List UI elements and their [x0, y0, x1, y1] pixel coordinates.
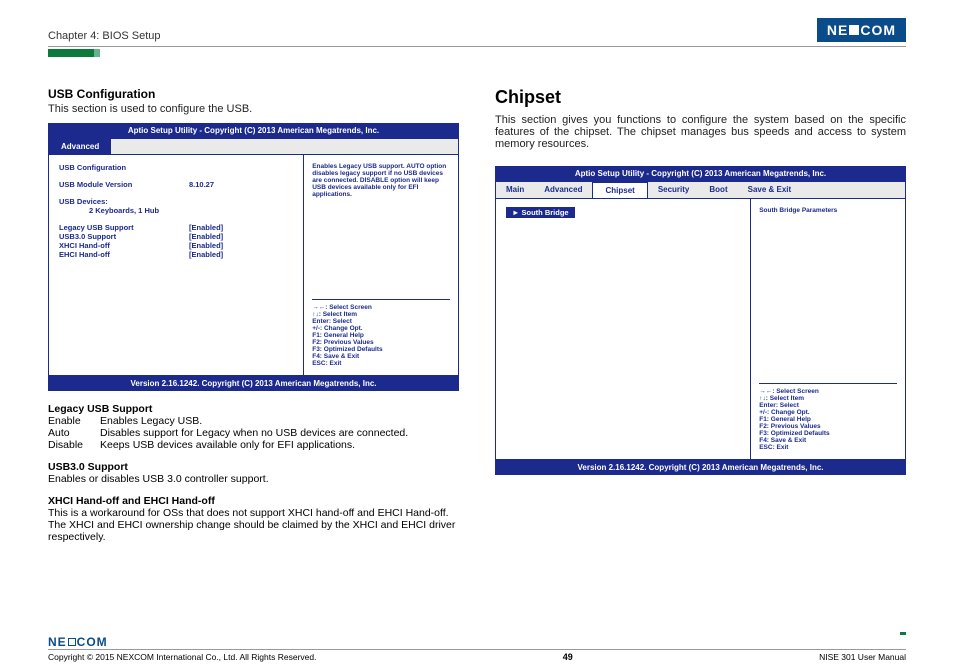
page-header: Chapter 4: BIOS Setup NE COM — [48, 18, 906, 42]
bios-nav-keys: →←: Select Screen ↑↓: Select Item Enter:… — [312, 299, 450, 367]
usb-module-label: USB Module Version — [59, 180, 189, 189]
logo-squares-icon — [849, 25, 859, 35]
left-column: USB Configuration This section is used t… — [48, 87, 459, 543]
page-footer: NE COM Copyright © 2015 NEXCOM Internatio… — [48, 635, 906, 662]
copyright-text: Copyright © 2015 NEXCOM International Co… — [48, 652, 316, 662]
opt-val: Disables support for Legacy when no USB … — [100, 427, 408, 439]
usb30-title: USB3.0 Support — [48, 461, 459, 473]
footer-logo-right: COM — [77, 635, 108, 649]
bios-content-right: South Bridge Parameters →←: Select Scree… — [750, 199, 905, 459]
bios-tab-chipset: Chipset — [592, 182, 647, 198]
bios-tab-boot: Boot — [699, 182, 737, 198]
bios-tab-main: Main — [496, 182, 534, 198]
brand-logo: NE COM — [817, 18, 906, 42]
usb-devices-value: 2 Keyboards, 1 Hub — [59, 206, 293, 215]
usb-module-value: 8.10.27 — [189, 180, 214, 189]
usb30-desc: Enables or disables USB 3.0 controller s… — [48, 473, 459, 485]
bios-tab-advanced: Advanced — [534, 182, 592, 198]
opt-val: Enables Legacy USB. — [100, 415, 202, 427]
opt-val: Keeps USB devices available only for EFI… — [100, 439, 355, 451]
header-divider — [48, 46, 906, 47]
chipset-intro: This section gives you functions to conf… — [495, 114, 906, 150]
logo-squares-icon — [68, 638, 76, 646]
logo-text-right: COM — [860, 22, 896, 38]
descriptions: Legacy USB Support EnableEnables Legacy … — [48, 403, 459, 543]
usb-config-intro: This section is used to configure the US… — [48, 103, 459, 115]
opt-key: Auto — [48, 427, 100, 439]
usb-config-title: USB Configuration — [48, 87, 459, 101]
bios-opt-label: Legacy USB Support — [59, 223, 189, 232]
bios-tab-save: Save & Exit — [738, 182, 802, 198]
xhci-title: XHCI Hand-off and EHCI Hand-off — [48, 495, 459, 507]
opt-key: Enable — [48, 415, 100, 427]
bios-menu-usb: Advanced — [49, 139, 458, 155]
south-bridge-item: ► South Bridge — [506, 207, 575, 218]
bios-hint: Enables Legacy USB support. AUTO option … — [312, 163, 450, 198]
bios-content-right: Enables Legacy USB support. AUTO option … — [303, 155, 458, 375]
bios-tab-security: Security — [648, 182, 700, 198]
legacy-usb-title: Legacy USB Support — [48, 403, 459, 415]
bios-header: Aptio Setup Utility - Copyright (C) 2013… — [48, 123, 459, 138]
bios-opt-value: [Enabled] — [189, 223, 223, 232]
footer-logo: NE COM — [48, 635, 906, 649]
page-number: 49 — [563, 652, 573, 662]
bios-footer: Version 2.16.1242. Copyright (C) 2013 Am… — [48, 376, 459, 391]
right-column: Chipset This section gives you functions… — [495, 87, 906, 543]
bios-content-left: USB Configuration USB Module Version8.10… — [49, 155, 303, 375]
logo-text-left: NE — [827, 22, 848, 38]
bios-nav-keys: →←: Select Screen ↑↓: Select Item Enter:… — [759, 383, 897, 451]
footer-divider — [48, 649, 906, 650]
chipset-title: Chipset — [495, 87, 906, 108]
xhci-desc: This is a workaround for OSs that does n… — [48, 507, 459, 543]
bios-opt-value: [Enabled] — [189, 232, 223, 241]
bios-opt-label: EHCI Hand-off — [59, 250, 189, 259]
usb-devices-label: USB Devices: — [59, 197, 293, 206]
bios-opt-value: [Enabled] — [189, 250, 223, 259]
bios-panel-chipset: Aptio Setup Utility - Copyright (C) 2013… — [495, 166, 906, 475]
bios-content-left: ► South Bridge — [496, 199, 750, 459]
footer-logo-left: NE — [48, 635, 67, 649]
bios-hint: South Bridge Parameters — [759, 207, 897, 214]
bios-footer: Version 2.16.1242. Copyright (C) 2013 Am… — [495, 460, 906, 475]
bios-opt-label: XHCI Hand-off — [59, 241, 189, 250]
bios-panel-usb: Aptio Setup Utility - Copyright (C) 2013… — [48, 123, 459, 391]
opt-key: Disable — [48, 439, 100, 451]
bios-header: Aptio Setup Utility - Copyright (C) 2013… — [495, 166, 906, 181]
bios-opt-label: USB3.0 Support — [59, 232, 189, 241]
bios-section-title: USB Configuration — [59, 163, 293, 172]
manual-name: NISE 301 User Manual — [819, 652, 906, 662]
bios-menu-chipset: Main Advanced Chipset Security Boot Save… — [496, 182, 905, 199]
content-columns: USB Configuration This section is used t… — [48, 87, 906, 543]
bios-opt-value: [Enabled] — [189, 241, 223, 250]
bios-tab-advanced: Advanced — [49, 139, 111, 154]
chapter-title: Chapter 4: BIOS Setup — [48, 30, 161, 42]
accent-bar — [48, 49, 100, 57]
